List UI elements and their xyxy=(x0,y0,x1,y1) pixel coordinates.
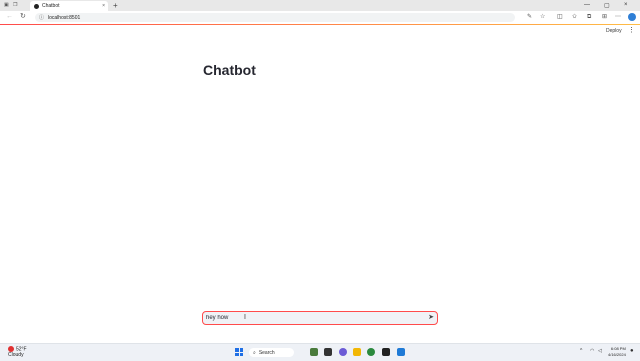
send-icon[interactable]: ➤ xyxy=(428,314,434,321)
text-cursor-icon: I xyxy=(244,314,246,321)
favicon-icon xyxy=(34,3,39,9)
taskbar-search[interactable]: ⌕ Search xyxy=(249,348,294,357)
collections-icon[interactable]: ⧉ xyxy=(587,14,591,21)
read-aloud-icon[interactable]: ✎ xyxy=(527,14,532,21)
start-button[interactable] xyxy=(235,348,243,356)
app-header-decoration xyxy=(0,24,640,25)
tab-chatbot[interactable]: Chatbot × xyxy=(30,1,108,11)
more-menu-icon[interactable]: ⋯ xyxy=(615,14,621,21)
clock-date: 4/16/2024 xyxy=(608,352,626,357)
store-icon[interactable] xyxy=(382,348,390,356)
tab-actions-icon[interactable]: ❐ xyxy=(13,2,17,8)
reload-icon[interactable]: ↻ xyxy=(20,13,26,21)
file-explorer-icon[interactable] xyxy=(353,348,361,356)
tray-chevron-icon[interactable]: ^ xyxy=(580,348,582,354)
clock-time: 6:08 PM xyxy=(610,346,626,351)
back-icon[interactable]: ← xyxy=(6,13,13,21)
favorites-icon[interactable]: ✩ xyxy=(572,14,577,21)
vscode-icon[interactable] xyxy=(397,348,405,356)
url-text: localhost:8501 xyxy=(48,14,81,21)
weather-desc: Cloudy xyxy=(8,352,24,359)
browser-tab-bar: ▣ ❐ Chatbot × + — ▢ × xyxy=(0,0,640,11)
volume-icon[interactable]: ◁ xyxy=(598,348,602,354)
chat-app-icon[interactable] xyxy=(339,348,347,356)
notification-icon[interactable]: ● xyxy=(630,348,634,354)
tab-title: Chatbot xyxy=(42,3,60,9)
search-icon: ⌕ xyxy=(253,349,256,356)
favorite-star-icon[interactable]: ☆ xyxy=(540,14,545,21)
taskbar-clock[interactable]: 6:08 PM 4/16/2024 xyxy=(608,346,626,358)
new-tab-button[interactable]: + xyxy=(113,1,118,10)
taskbar-app-icon[interactable] xyxy=(310,348,318,356)
page-title: Chatbot xyxy=(203,62,256,78)
address-bar[interactable]: ⓘ localhost:8501 xyxy=(35,13,515,22)
chat-input[interactable] xyxy=(203,313,406,323)
wifi-icon[interactable]: ◠ xyxy=(590,348,594,354)
close-window-button[interactable]: × xyxy=(624,2,628,8)
weather-icon xyxy=(8,346,14,352)
taskbar: 52°F Cloudy ⌕ Search ^ ◠ ◁ 6:08 PM 4/16/… xyxy=(0,343,640,361)
extensions-icon[interactable]: ⊞ xyxy=(602,14,607,21)
address-bar-row: ← ↻ ⓘ localhost:8501 ✎ ☆ ◫ ✩ ⧉ ⊞ ⋯ xyxy=(0,11,640,25)
task-view-icon[interactable] xyxy=(324,348,332,356)
profile-avatar[interactable] xyxy=(628,13,636,21)
edge-icon[interactable] xyxy=(367,348,375,356)
browser-menu-icon[interactable]: ▣ xyxy=(4,2,9,8)
chat-input-box: ➤ xyxy=(202,311,438,325)
search-label: Search xyxy=(258,349,275,356)
weather-widget[interactable]: 52°F Cloudy xyxy=(8,346,27,358)
tab-close-icon[interactable]: × xyxy=(102,3,105,9)
maximize-button[interactable]: ▢ xyxy=(604,2,610,9)
app-menu-icon[interactable]: ⋮ xyxy=(628,26,635,34)
site-info-icon[interactable]: ⓘ xyxy=(39,14,44,21)
deploy-button[interactable]: Deploy xyxy=(606,28,622,34)
split-screen-icon[interactable]: ◫ xyxy=(557,14,563,21)
minimize-button[interactable]: — xyxy=(584,2,590,8)
